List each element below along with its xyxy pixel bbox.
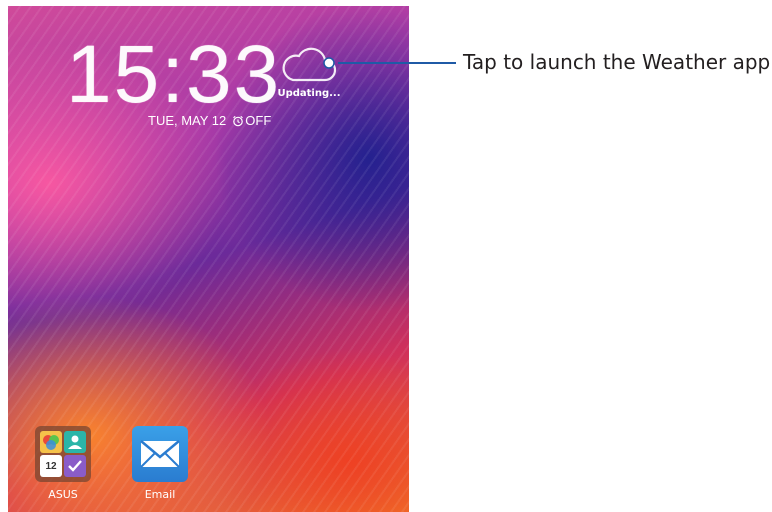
date-alarm-row: TUE, MAY 12 OFF — [148, 113, 271, 128]
weather-widget[interactable]: Updating... — [274, 44, 344, 99]
alarm-status: OFF — [245, 113, 272, 128]
alarm-indicator: OFF — [232, 113, 271, 128]
contacts-mini-icon — [64, 431, 86, 453]
calendar-day: 12 — [45, 460, 57, 472]
email-envelope-icon — [132, 426, 188, 482]
weather-status: Updating... — [277, 88, 341, 99]
callout-label: Tap to launch the Weather app — [463, 50, 771, 74]
email-app[interactable]: Email — [132, 426, 188, 501]
alarm-clock-icon — [233, 115, 244, 126]
lockscreen-clock: 15:33 — [66, 29, 282, 120]
asus-folder[interactable]: 12 ASUS — [35, 426, 91, 501]
phone-lockscreen: 15:33 TUE, MAY 12 OFF Updating... 12 ASU… — [8, 6, 409, 512]
email-label: Email — [144, 488, 176, 501]
asus-folder-label: ASUS — [48, 488, 78, 501]
tasks-mini-icon — [64, 455, 86, 477]
asus-folder-icon: 12 — [35, 426, 91, 482]
callout-line — [338, 62, 456, 64]
lockscreen-date: TUE, MAY 12 — [148, 113, 227, 128]
gallery-mini-icon — [40, 431, 62, 453]
callout-pointer-dot — [323, 57, 335, 69]
calendar-mini-icon: 12 — [40, 455, 62, 477]
